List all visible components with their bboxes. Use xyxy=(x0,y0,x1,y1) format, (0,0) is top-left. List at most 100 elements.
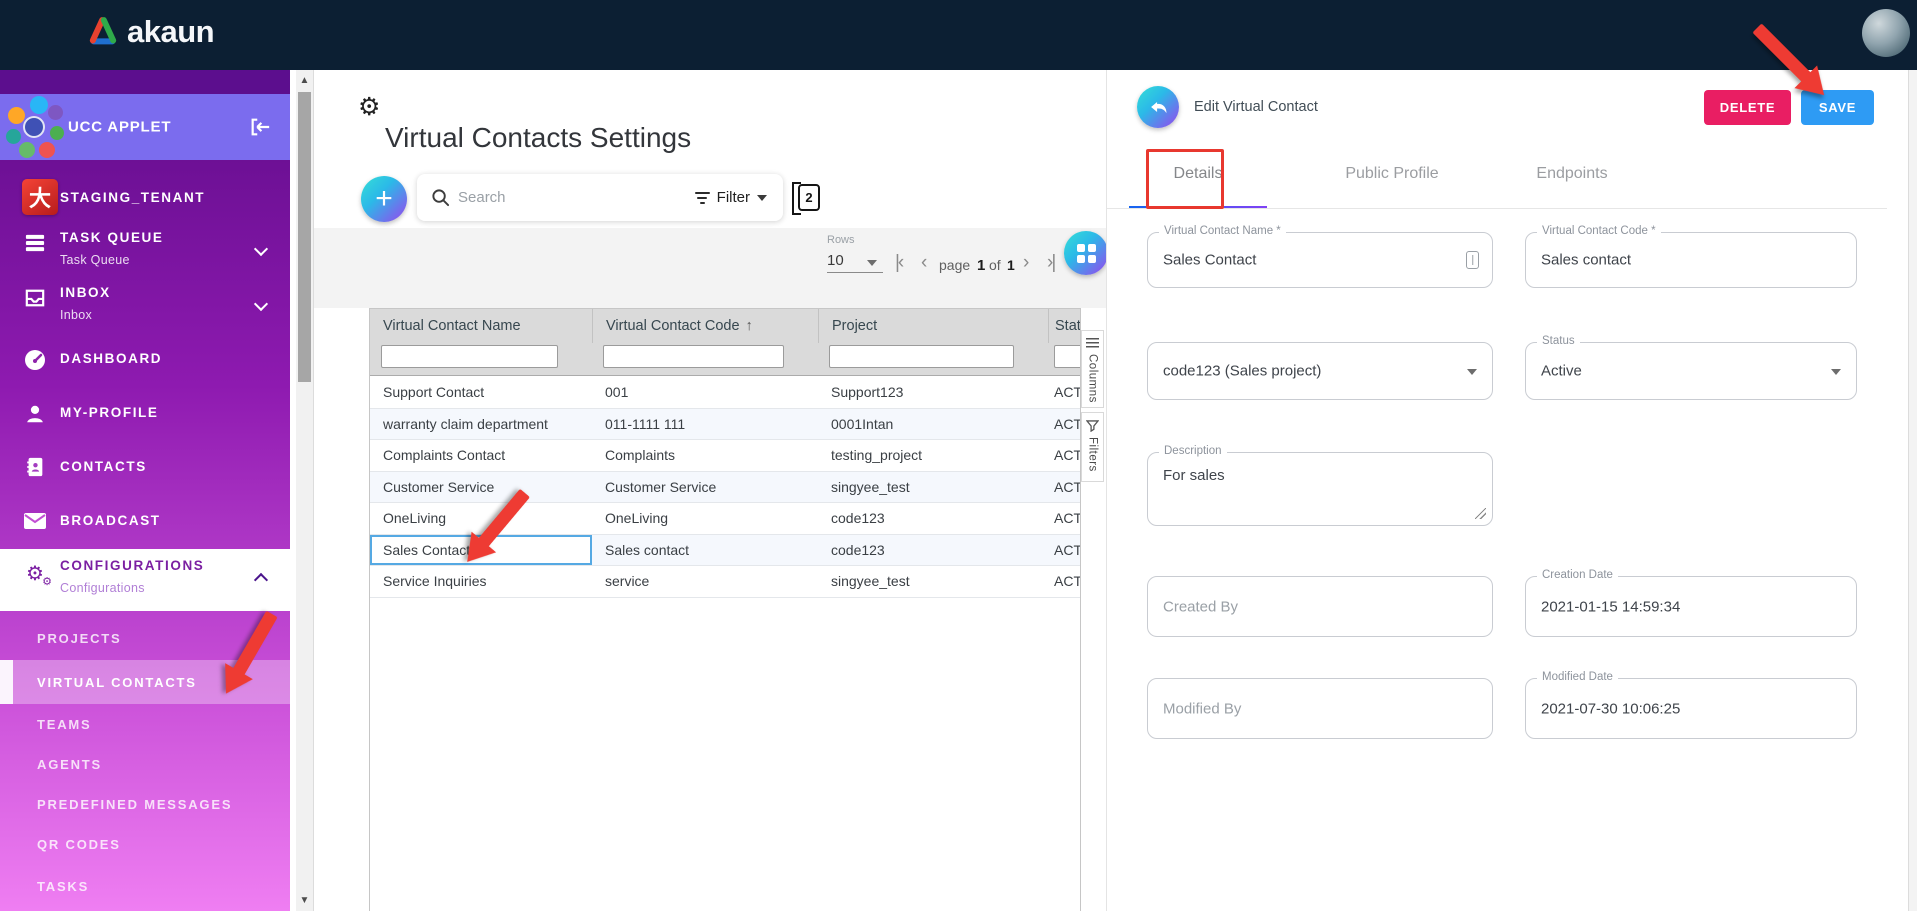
scrollbar-thumb[interactable] xyxy=(298,92,311,382)
user-avatar[interactable] xyxy=(1862,9,1910,57)
column-header-code[interactable]: Virtual Contact Code ↑ xyxy=(592,309,818,343)
columns-side-tab[interactable]: Columns xyxy=(1081,330,1104,408)
nav-sublabel: Configurations xyxy=(60,581,145,595)
modified-date-field[interactable]: Modified Date 2021-07-30 10:06:25 xyxy=(1525,678,1857,739)
sidebar-subitem-tasks[interactable]: TASKS xyxy=(0,864,290,908)
cell-status[interactable]: ACT xyxy=(1048,440,1081,471)
back-button[interactable] xyxy=(1137,86,1179,128)
sidebar-item-dashboard[interactable]: DASHBOARD xyxy=(0,336,290,384)
created-by-field[interactable]: Created By xyxy=(1147,576,1493,637)
filter-input-name[interactable] xyxy=(381,345,558,368)
sidebar-subitem-teams[interactable]: TEAMS xyxy=(0,704,290,744)
cell-name[interactable]: warranty claim department xyxy=(370,409,592,440)
tab-details[interactable]: Details xyxy=(1174,165,1223,183)
sidebar-subitem-qr-codes[interactable]: QR CODES xyxy=(0,824,290,864)
sidebar-item-inbox[interactable]: INBOX Inbox xyxy=(0,276,290,338)
virtual-contact-code-field[interactable]: Virtual Contact Code * Sales contact xyxy=(1525,232,1857,288)
creation-date-field[interactable]: Creation Date 2021-01-15 14:59:34 xyxy=(1525,576,1857,637)
window-vertical-scrollbar[interactable] xyxy=(1908,70,1917,911)
cell-name[interactable]: Support Contact xyxy=(370,377,592,408)
table-row[interactable]: OneLiving OneLiving code123 ACT xyxy=(370,503,1081,535)
filters-side-tab[interactable]: Filters xyxy=(1081,412,1104,482)
scroll-down-icon[interactable]: ▼ xyxy=(296,895,313,906)
last-page-button[interactable]: ›| xyxy=(1047,252,1054,274)
cell-name[interactable]: Service Inquiries xyxy=(370,566,592,597)
exit-applet-icon[interactable] xyxy=(248,116,272,138)
column-header-project[interactable]: Project xyxy=(818,309,1048,343)
table-row-selected[interactable]: Sales Contact Sales contact code123 ACT xyxy=(370,535,1081,567)
tab-public-profile[interactable]: Public Profile xyxy=(1345,165,1438,183)
cell-code[interactable]: Customer Service xyxy=(592,472,818,503)
sidebar-item-ucc-applet[interactable]: UCC APPLET xyxy=(0,94,290,160)
add-virtual-contact-button[interactable]: + xyxy=(361,176,407,222)
filter-input-status[interactable] xyxy=(1054,345,1081,368)
project-select[interactable]: code123 (Sales project) xyxy=(1147,342,1493,400)
sidebar-item-broadcast[interactable]: BROADCAST xyxy=(0,498,290,546)
resize-handle-icon[interactable] xyxy=(1475,508,1486,519)
cell-code[interactable]: 011-1111 111 xyxy=(592,409,818,440)
table-row[interactable]: Customer Service Customer Service singye… xyxy=(370,472,1081,504)
sidebar-subitem-virtual-contacts[interactable]: VIRTUAL CONTACTS xyxy=(0,660,290,704)
scroll-up-icon[interactable]: ▲ xyxy=(296,75,313,86)
cell-code[interactable]: Complaints xyxy=(592,440,818,471)
filter-input-code[interactable] xyxy=(603,345,784,368)
sidebar-subitem-agents[interactable]: AGENTS xyxy=(0,744,290,784)
cell-status[interactable]: ACT xyxy=(1048,377,1081,408)
save-button[interactable]: SAVE xyxy=(1801,90,1874,125)
cell-code[interactable]: Sales contact xyxy=(592,535,818,566)
chevron-down-icon[interactable] xyxy=(254,297,268,311)
modified-by-field[interactable]: Modified By xyxy=(1147,678,1493,739)
filter-input-project[interactable] xyxy=(829,345,1014,368)
cell-status[interactable]: ACT xyxy=(1048,535,1081,566)
table-row[interactable]: Complaints Contact Complaints testing_pr… xyxy=(370,440,1081,472)
grid-view-button[interactable] xyxy=(1064,231,1108,275)
chevron-up-icon[interactable] xyxy=(254,573,268,587)
delete-button[interactable]: DELETE xyxy=(1704,90,1791,125)
table-row[interactable]: Support Contact 001 Support123 ACT xyxy=(370,377,1081,409)
table-row[interactable]: warranty claim department 011-1111 111 0… xyxy=(370,409,1081,441)
filter-dropdown[interactable]: Filter xyxy=(695,189,767,206)
cell-project[interactable]: singyee_test xyxy=(818,566,1048,597)
sidebar-item-contacts[interactable]: CONTACTS xyxy=(0,444,290,492)
cell-project[interactable]: Support123 xyxy=(818,377,1048,408)
cell-project[interactable]: testing_project xyxy=(818,440,1048,471)
table-row[interactable]: Service Inquiries service singyee_test A… xyxy=(370,566,1081,598)
previous-page-button[interactable]: ‹ xyxy=(921,252,925,274)
cell-name[interactable]: Complaints Contact xyxy=(370,440,592,471)
caret-down-icon[interactable] xyxy=(867,260,877,266)
cell-project[interactable]: singyee_test xyxy=(818,472,1048,503)
chevron-down-icon[interactable] xyxy=(254,242,268,256)
sidebar-item-tenant[interactable]: 大 STAGING_TENANT xyxy=(0,172,290,222)
cell-project[interactable]: 0001Intan xyxy=(818,409,1048,440)
duplicate-view-icon[interactable]: 2 xyxy=(798,184,820,211)
cell-code[interactable]: 001 xyxy=(592,377,818,408)
task-queue-icon xyxy=(22,230,48,256)
nav-label: MY-PROFILE xyxy=(60,405,159,420)
cell-status[interactable]: ACT xyxy=(1048,503,1081,534)
page-vertical-scrollbar[interactable]: ▲ ▼ xyxy=(296,70,314,911)
status-select[interactable]: Status Active xyxy=(1525,342,1857,400)
cell-project[interactable]: code123 xyxy=(818,503,1048,534)
tab-endpoints[interactable]: Endpoints xyxy=(1536,165,1607,183)
cell-code[interactable]: OneLiving xyxy=(592,503,818,534)
cell-status[interactable]: ACT xyxy=(1048,409,1081,440)
search-input[interactable] xyxy=(458,189,695,206)
cell-status[interactable]: ACT xyxy=(1048,472,1081,503)
column-header-status[interactable]: Stat xyxy=(1048,309,1081,343)
cell-name-selected[interactable]: Sales Contact xyxy=(370,535,592,566)
virtual-contact-name-field[interactable]: Virtual Contact Name * Sales Contact xyxy=(1147,232,1493,288)
description-textarea[interactable]: Description For sales xyxy=(1147,452,1493,526)
first-page-button[interactable]: |‹ xyxy=(895,252,902,274)
sidebar-item-task-queue[interactable]: TASK QUEUE Task Queue xyxy=(0,222,290,284)
sidebar-item-configurations[interactable]: ⚙⚙ CONFIGURATIONS Configurations xyxy=(0,549,290,611)
sidebar-subitem-predefined-messages[interactable]: PREDEFINED MESSAGES xyxy=(0,784,290,824)
column-header-name[interactable]: Virtual Contact Name xyxy=(370,309,592,343)
cell-name[interactable]: Customer Service xyxy=(370,472,592,503)
sidebar-item-my-profile[interactable]: MY-PROFILE xyxy=(0,390,290,438)
cell-project[interactable]: code123 xyxy=(818,535,1048,566)
cell-code[interactable]: service xyxy=(592,566,818,597)
next-page-button[interactable]: › xyxy=(1023,252,1027,274)
cell-name[interactable]: OneLiving xyxy=(370,503,592,534)
sidebar-subitem-projects[interactable]: PROJECTS xyxy=(0,616,290,660)
cell-status[interactable]: ACT xyxy=(1048,566,1081,597)
